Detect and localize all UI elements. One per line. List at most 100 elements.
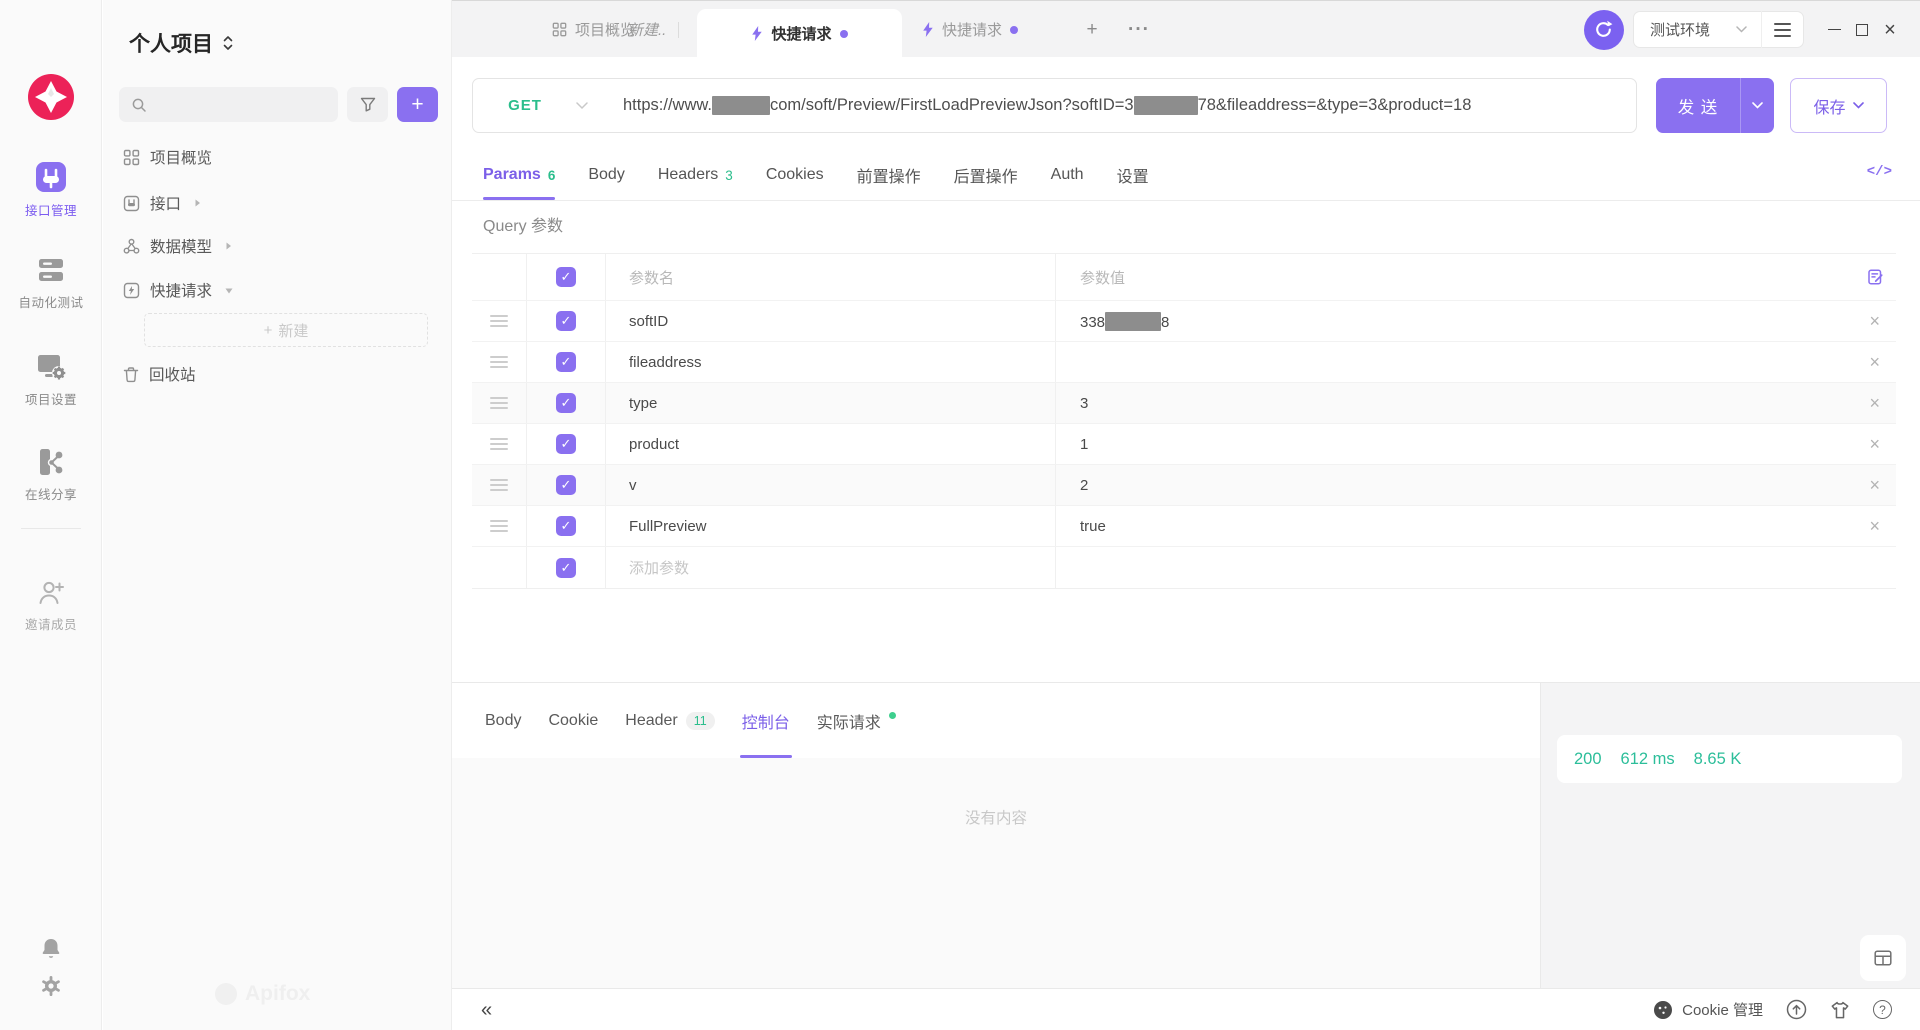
environment-select[interactable]: 测试环境 bbox=[1634, 19, 1761, 40]
cookie-manager-button[interactable]: Cookie 管理 bbox=[1653, 999, 1763, 1020]
redacted-block bbox=[712, 96, 770, 115]
tab-response-body[interactable]: Body bbox=[485, 683, 521, 758]
tab-body[interactable]: Body bbox=[588, 150, 624, 200]
window-minimize-button[interactable] bbox=[1820, 1, 1848, 58]
drag-handle[interactable] bbox=[490, 394, 508, 412]
row-checkbox[interactable]: ✓ bbox=[556, 311, 576, 331]
chevron-down-icon bbox=[576, 102, 588, 110]
row-checkbox[interactable]: ✓ bbox=[556, 516, 576, 536]
tree-item-recycle-bin[interactable]: 回收站 bbox=[119, 354, 439, 394]
param-value-cell[interactable]: 1 × bbox=[1056, 424, 1896, 464]
url-input[interactable]: https://www.com/soft/Preview/FirstLoadPr… bbox=[623, 79, 1636, 132]
param-value-cell[interactable]: 3388 × bbox=[1056, 301, 1896, 341]
param-name-cell[interactable]: product bbox=[606, 424, 1056, 464]
sidebar-item-online-share[interactable]: 在线分享 bbox=[0, 446, 102, 503]
row-checkbox[interactable]: ✓ bbox=[556, 558, 576, 578]
new-request-button[interactable]: + 新建 bbox=[144, 313, 428, 347]
delete-row-button[interactable]: × bbox=[1869, 353, 1880, 371]
tree-item-project-overview[interactable]: 项目概览 bbox=[119, 137, 439, 177]
window-maximize-button[interactable] bbox=[1848, 1, 1876, 58]
help-button[interactable]: ? bbox=[1873, 1000, 1892, 1019]
row-checkbox[interactable]: ✓ bbox=[556, 393, 576, 413]
tab-settings[interactable]: 设置 bbox=[1117, 150, 1149, 200]
tab-response-header[interactable]: Header 11 bbox=[625, 683, 714, 758]
row-checkbox[interactable]: ✓ bbox=[556, 434, 576, 454]
sidebar-item-api-management[interactable]: 接口管理 bbox=[0, 160, 102, 219]
online-share-icon bbox=[35, 446, 67, 478]
drag-handle[interactable] bbox=[490, 517, 508, 535]
delete-row-button[interactable]: × bbox=[1869, 476, 1880, 494]
tab-quick-request-2[interactable]: 快捷请求 bbox=[922, 1, 1018, 58]
row-checkbox[interactable]: ✓ bbox=[556, 352, 576, 372]
lightning-icon bbox=[751, 26, 763, 41]
apifox-watermark: Apifox bbox=[215, 982, 310, 1006]
param-value-cell[interactable]: true × bbox=[1056, 506, 1896, 546]
chevron-right-icon bbox=[224, 241, 233, 251]
sidebar-item-project-settings[interactable]: 项目设置 bbox=[0, 351, 102, 408]
tab-headers[interactable]: Headers 3 bbox=[658, 150, 733, 200]
more-tabs-button[interactable]: ··· bbox=[1124, 15, 1154, 45]
tab-console[interactable]: 控制台 bbox=[742, 683, 790, 758]
new-tab-button[interactable]: + bbox=[1077, 15, 1107, 45]
row-checkbox[interactable]: ✓ bbox=[556, 475, 576, 495]
param-value-cell[interactable]: 3 × bbox=[1056, 383, 1896, 423]
param-name-cell[interactable]: type bbox=[606, 383, 1056, 423]
send-button[interactable]: 发 送 bbox=[1656, 78, 1774, 133]
drag-handle[interactable] bbox=[490, 312, 508, 330]
tab-new-unsaved[interactable]: 新建.. bbox=[628, 1, 666, 58]
app-logo[interactable] bbox=[0, 74, 102, 120]
add-param-input[interactable]: 添加参数 bbox=[606, 547, 1056, 588]
method-select[interactable]: GET bbox=[473, 79, 623, 132]
sidebar-item-invite-members[interactable]: 邀请成员 bbox=[0, 578, 102, 633]
environment-menu-button[interactable] bbox=[1761, 11, 1803, 48]
data-model-icon bbox=[123, 238, 140, 255]
code-icon: </> bbox=[1867, 164, 1892, 180]
param-value-cell[interactable] bbox=[1056, 547, 1896, 588]
tree-item-data-models[interactable]: 数据模型 bbox=[119, 226, 439, 266]
sync-button[interactable] bbox=[1584, 10, 1624, 50]
upload-button[interactable] bbox=[1786, 999, 1807, 1020]
tab-pre-processors[interactable]: 前置操作 bbox=[857, 150, 921, 200]
delete-row-button[interactable]: × bbox=[1869, 517, 1880, 535]
layout-toggle-button[interactable] bbox=[1860, 935, 1906, 981]
param-name-cell[interactable]: fileaddress bbox=[606, 342, 1056, 382]
param-value-cell[interactable]: × bbox=[1056, 342, 1896, 382]
drag-handle[interactable] bbox=[490, 476, 508, 494]
add-new-button[interactable]: + bbox=[397, 87, 438, 122]
search-input[interactable] bbox=[119, 87, 338, 122]
param-name-cell[interactable]: v bbox=[606, 465, 1056, 505]
param-value-cell[interactable]: 2 × bbox=[1056, 465, 1896, 505]
bulk-edit-button[interactable] bbox=[1867, 269, 1884, 286]
tab-project-overview[interactable]: 项目概览 bbox=[552, 1, 635, 58]
send-options-caret[interactable] bbox=[1741, 102, 1774, 109]
tab-post-processors[interactable]: 后置操作 bbox=[954, 150, 1018, 200]
query-params-section-title: Query 参数 bbox=[483, 212, 563, 236]
filter-button[interactable] bbox=[347, 87, 388, 122]
select-all-checkbox[interactable]: ✓ bbox=[556, 267, 576, 287]
window-close-button[interactable]: × bbox=[1876, 1, 1904, 58]
tab-quick-request-active[interactable]: 快捷请求 bbox=[697, 9, 902, 58]
code-view-button[interactable]: </> bbox=[1867, 164, 1892, 180]
drag-handle[interactable] bbox=[490, 353, 508, 371]
save-button[interactable]: 保存 bbox=[1790, 78, 1887, 133]
collapse-sidebar-button[interactable]: « bbox=[481, 1000, 492, 1020]
tab-cookies[interactable]: Cookies bbox=[766, 150, 824, 200]
tab-response-cookie[interactable]: Cookie bbox=[548, 683, 598, 758]
notifications-button[interactable] bbox=[0, 936, 102, 960]
settings-button[interactable] bbox=[0, 974, 102, 998]
response-time: 612 ms bbox=[1621, 750, 1675, 769]
tab-auth[interactable]: Auth bbox=[1051, 150, 1084, 200]
drag-handle[interactable] bbox=[490, 435, 508, 453]
project-switcher[interactable]: 个人项目 bbox=[129, 28, 234, 58]
delete-row-button[interactable]: × bbox=[1869, 435, 1880, 453]
param-name-cell[interactable]: softID bbox=[606, 301, 1056, 341]
param-name-cell[interactable]: FullPreview bbox=[606, 506, 1056, 546]
delete-row-button[interactable]: × bbox=[1869, 312, 1880, 330]
tab-params[interactable]: Params 6 bbox=[483, 150, 555, 200]
tree-item-apis[interactable]: 接口 bbox=[119, 183, 439, 223]
sidebar-item-auto-test[interactable]: 自动化测试 bbox=[0, 254, 102, 311]
delete-row-button[interactable]: × bbox=[1869, 394, 1880, 412]
theme-shirt-button[interactable] bbox=[1830, 1000, 1850, 1020]
tree-item-quick-request[interactable]: 快捷请求 bbox=[119, 270, 439, 310]
tab-actual-request[interactable]: 实际请求 bbox=[817, 683, 896, 758]
